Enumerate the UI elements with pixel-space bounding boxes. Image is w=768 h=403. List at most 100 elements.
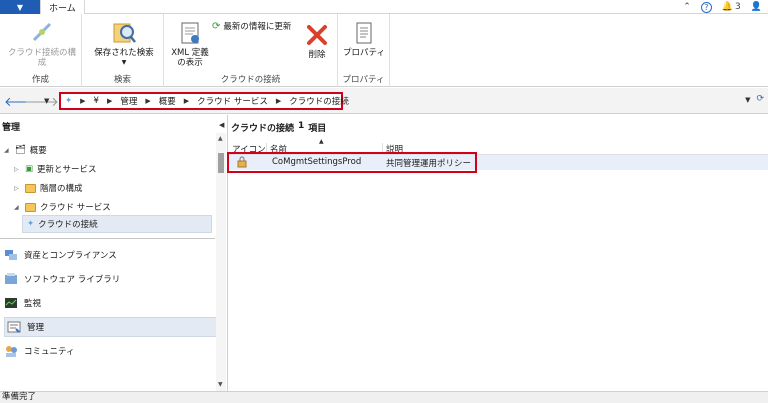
selection-highlight bbox=[227, 152, 477, 173]
file-menu-button[interactable]: ▼ bbox=[0, 0, 40, 14]
scroll-down-icon[interactable]: ▼ bbox=[218, 381, 223, 388]
group-label: 作成 bbox=[31, 75, 49, 85]
folder-icon bbox=[25, 202, 36, 212]
tree-item-updates-and-servicing[interactable]: ▷ ▣ 更新とサービス bbox=[14, 163, 97, 175]
notification-count: 3 bbox=[735, 2, 741, 12]
button-label: プロパティ bbox=[343, 48, 385, 58]
overview-icon: 🗂 bbox=[15, 145, 26, 155]
breadcrumb-item-root[interactable]: ¥ bbox=[94, 96, 99, 106]
workspace-label: コミュニティ bbox=[24, 347, 75, 357]
history-dropdown-icon[interactable]: ▼ bbox=[44, 97, 49, 105]
crumb-sep: ▶ bbox=[275, 97, 282, 105]
notifications[interactable]: 🔔 3 bbox=[722, 2, 741, 12]
workspace-label: 資産とコンプライアンス bbox=[24, 251, 117, 261]
button-label: 保存された検索 bbox=[94, 48, 154, 58]
workspace-community[interactable]: コミュニティ bbox=[4, 341, 75, 361]
tab-home[interactable]: ホーム bbox=[40, 0, 85, 14]
scrollbar-thumb[interactable] bbox=[218, 153, 224, 173]
workspace-software-library[interactable]: ソフトウェア ライブラリ bbox=[4, 269, 120, 289]
tree-item-label: 概要 bbox=[29, 146, 47, 156]
breadcrumb: ✦ ▶ ¥ ▶ 管理 ▶ 概要 ▶ クラウド サービス ▶ クラウドの接続 bbox=[59, 92, 349, 110]
community-icon bbox=[6, 346, 17, 357]
user-icon[interactable]: 👤 bbox=[751, 2, 762, 12]
breadcrumb-item-overview[interactable]: 概要 bbox=[159, 95, 176, 107]
refresh-button[interactable]: ⟳ 最新の情報に更新 bbox=[212, 20, 292, 33]
ribbon-group-cloud-connection: XML 定義の表示 ⟳ 最新の情報に更新 削除 クラウドの接続 bbox=[164, 14, 338, 87]
scroll-up-icon[interactable]: ▲ bbox=[218, 135, 223, 142]
properties-icon bbox=[356, 22, 372, 44]
expanded-arrow-icon[interactable]: ◢ bbox=[4, 147, 11, 154]
item-count: 1 bbox=[298, 121, 305, 131]
ribbon: クラウド接続の構成 作成 保存された検索 ▼ 検索 XML 定義の表示 ⟳ 最新… bbox=[0, 14, 768, 87]
collapse-pane-icon[interactable]: ◀ bbox=[219, 121, 224, 129]
monitoring-icon bbox=[5, 298, 17, 308]
workspace-monitoring[interactable]: 監視 bbox=[4, 293, 41, 313]
assets-icon bbox=[5, 250, 17, 260]
breadcrumb-item-cloud-connection[interactable]: クラウドの接続 bbox=[289, 95, 349, 107]
tree-item-label: 階層の構成 bbox=[40, 184, 83, 194]
group-label: クラウドの接続 bbox=[220, 75, 281, 85]
button-label: XML 定義の表示 bbox=[171, 48, 209, 68]
workspace-administration[interactable]: 管理 bbox=[4, 317, 224, 337]
workspace-assets-and-compliance[interactable]: 資産とコンプライアンス bbox=[4, 245, 117, 265]
help-icon[interactable]: ? bbox=[700, 1, 712, 13]
saved-searches-button[interactable]: 保存された検索 ▼ bbox=[86, 20, 162, 68]
breadcrumb-item-administration[interactable]: 管理 bbox=[120, 95, 137, 107]
address-dropdown-icon[interactable]: ▼ bbox=[745, 96, 750, 104]
button-label: 最新の情報に更新 bbox=[223, 22, 292, 32]
tree-item-label: クラウド サービス bbox=[40, 203, 111, 213]
address-controls: ▼ ⟳ bbox=[745, 94, 764, 104]
workspace-label: 監視 bbox=[24, 299, 42, 309]
properties-button[interactable]: プロパティ bbox=[341, 20, 387, 58]
crumb-sep: ▶ bbox=[145, 97, 151, 105]
tree-item-cloud-connection[interactable]: ✦ クラウドの接続 bbox=[22, 215, 212, 233]
folder-icon bbox=[25, 183, 36, 193]
pane-title: 管理 bbox=[2, 123, 21, 133]
updates-icon: ▣ bbox=[25, 164, 34, 174]
tree-item-cloud-services[interactable]: ◢ クラウド サービス bbox=[14, 201, 111, 213]
crumb-sep: ▶ bbox=[80, 97, 86, 105]
delete-icon bbox=[307, 25, 327, 45]
ribbon-group-properties: プロパティ プロパティ bbox=[338, 14, 390, 87]
forward-arrow-icon[interactable]: 🡒 bbox=[24, 94, 59, 110]
ribbon-group-create: クラウド接続の構成 作成 bbox=[0, 14, 82, 87]
cloud-connection-icon bbox=[32, 22, 52, 42]
left-pane-scrollbar[interactable]: ▲ ▼ bbox=[216, 133, 226, 391]
refresh-icon[interactable]: ⟳ bbox=[756, 94, 764, 104]
sort-ascending-icon: ▲ bbox=[319, 138, 324, 145]
xml-document-icon bbox=[181, 22, 199, 44]
button-label: クラウド接続の構成 bbox=[7, 48, 76, 68]
status-text: 準備完了 bbox=[2, 392, 37, 402]
ribbon-group-search: 保存された検索 ▼ 検索 bbox=[82, 14, 164, 87]
configure-cloud-connection-button[interactable]: クラウド接続の構成 bbox=[4, 20, 80, 68]
collapsed-arrow-icon[interactable]: ▷ bbox=[14, 185, 21, 192]
expanded-arrow-icon[interactable]: ◢ bbox=[14, 204, 21, 211]
dropdown-arrow-icon: ▼ bbox=[121, 59, 127, 66]
workspace-label: ソフトウェア ライブラリ bbox=[24, 275, 121, 285]
collapse-ribbon-icon[interactable]: ⌃ bbox=[683, 2, 691, 12]
tree-item-overview[interactable]: ◢ 🗂 概要 bbox=[4, 144, 47, 156]
tree-item-label: 更新とサービス bbox=[37, 165, 97, 175]
tree-item-hierarchy-configuration[interactable]: ▷ 階層の構成 bbox=[14, 182, 83, 194]
refresh-icon: ⟳ bbox=[212, 20, 221, 32]
group-label: 検索 bbox=[113, 75, 131, 85]
button-label: 削除 bbox=[308, 50, 326, 60]
bell-icon: 🔔 bbox=[721, 2, 734, 12]
cloud-connection-icon: ✦ bbox=[65, 96, 73, 106]
crumb-sep: ▶ bbox=[106, 97, 113, 105]
divider bbox=[0, 238, 215, 239]
status-bar: 準備完了 bbox=[0, 391, 768, 403]
item-count-suffix: 項目 bbox=[308, 124, 327, 134]
group-label: プロパティ bbox=[342, 75, 385, 85]
collapsed-arrow-icon[interactable]: ▷ bbox=[14, 166, 21, 173]
breadcrumb-item-cloud-services[interactable]: クラウド サービス bbox=[197, 95, 268, 107]
saved-search-icon bbox=[113, 23, 136, 43]
delete-button[interactable]: 削除 bbox=[300, 22, 334, 60]
show-xml-definition-button[interactable]: XML 定義の表示 bbox=[168, 20, 212, 68]
tree-item-label: クラウドの接続 bbox=[38, 220, 98, 230]
navigation-pane: 管理 ◢ 🗂 概要 ▷ ▣ 更新とサービス ▷ 階層の構成 ◢ クラウド サービ… bbox=[0, 115, 228, 391]
crumb-sep: ▶ bbox=[183, 97, 190, 105]
administration-icon bbox=[7, 321, 21, 333]
address-bar: 🡐 🡒 ▼ ✦ ▶ ¥ ▶ 管理 ▶ 概要 ▶ クラウド サービス ▶ クラウド… bbox=[0, 88, 768, 114]
workspace-label: 管理 bbox=[27, 323, 45, 333]
